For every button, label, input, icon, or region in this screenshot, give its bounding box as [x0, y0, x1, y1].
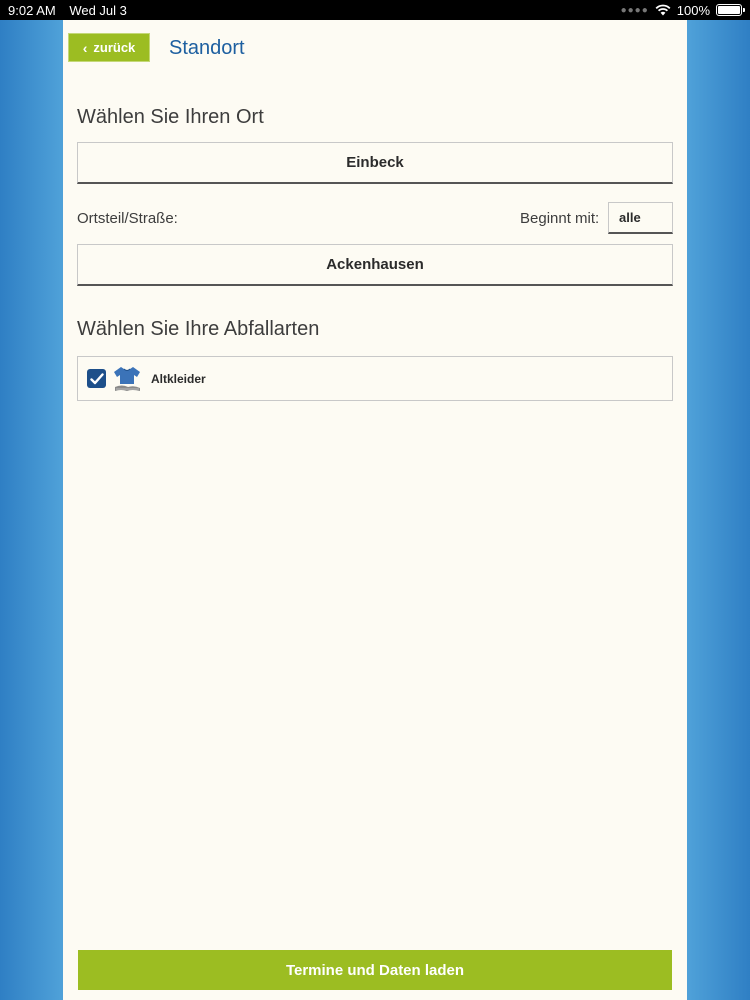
chevron-left-icon: ‹	[82, 39, 88, 56]
battery-icon	[716, 4, 745, 16]
page-title: Standort	[169, 37, 245, 59]
back-button[interactable]: ‹ zurück	[68, 33, 150, 62]
main-panel: ‹ zurück Standort Wählen Sie Ihren Ort E…	[63, 20, 687, 1000]
clothing-icon	[114, 366, 140, 391]
status-time: 9:02 AM	[8, 2, 56, 18]
cellular-dots-icon: ●●●●	[620, 4, 649, 16]
filter-label: Beginnt mit:	[520, 210, 600, 227]
waste-item-label: Altkleider	[151, 371, 206, 386]
filter-mode-select[interactable]: alle	[608, 202, 673, 234]
street-label: Ortsteil/Straße:	[77, 210, 178, 227]
status-date: Wed Jul 3	[69, 2, 127, 18]
status-bar: 9:02 AM Wed Jul 3 ●●●● 100%	[0, 0, 750, 20]
waste-list-item[interactable]: Altkleider	[77, 356, 673, 401]
status-left: 9:02 AM Wed Jul 3	[8, 3, 137, 18]
load-dates-button[interactable]: Termine und Daten laden	[78, 950, 672, 990]
back-button-label: zurück	[93, 40, 136, 55]
location-heading: Wählen Sie Ihren Ort	[77, 106, 264, 128]
town-select[interactable]: Einbeck	[77, 142, 673, 184]
checkmark-icon	[89, 372, 104, 384]
waste-checkbox[interactable]	[87, 369, 106, 388]
waste-heading: Wählen Sie Ihre Abfallarten	[77, 318, 320, 340]
wifi-icon	[655, 4, 671, 16]
street-select[interactable]: Ackenhausen	[77, 244, 673, 286]
battery-percent: 100%	[676, 2, 710, 18]
status-right: ●●●● 100%	[620, 2, 745, 18]
